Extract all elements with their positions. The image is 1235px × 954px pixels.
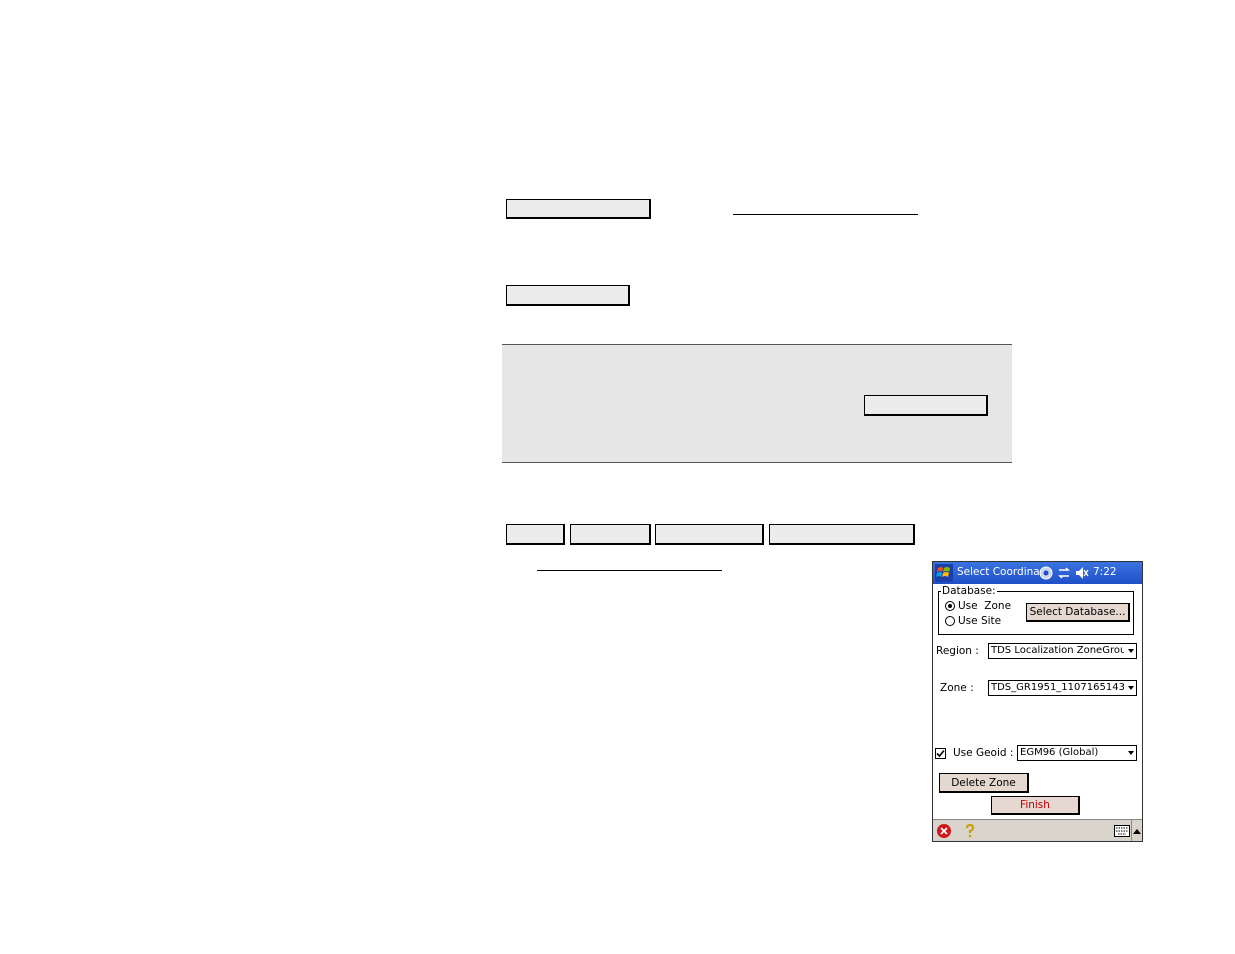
use-site-radio-row[interactable]: Use Site: [945, 615, 1001, 627]
placeholder-link-1[interactable]: [733, 214, 918, 215]
region-label: Region :: [936, 645, 979, 657]
zone-value: TDS_GR1951_1107165143: [991, 682, 1124, 693]
placeholder-button-5[interactable]: [570, 524, 651, 545]
use-site-label: Use Site: [958, 615, 1002, 627]
help-icon[interactable]: [963, 823, 977, 839]
keyboard-icon[interactable]: [1114, 825, 1130, 837]
clock: 7:22: [1093, 566, 1117, 578]
device-screenshot: Select Coordina 7:22 Database: Use Zone …: [932, 561, 1143, 842]
geoid-select[interactable]: EGM96 (Global): [1017, 745, 1137, 761]
finish-button[interactable]: Finish: [991, 796, 1080, 815]
chevron-down-icon: [1128, 751, 1134, 755]
command-bar: [933, 819, 1142, 841]
zone-label: Zone :: [940, 682, 974, 694]
placeholder-button-3[interactable]: [864, 395, 988, 416]
geoid-value: EGM96 (Global): [1020, 747, 1099, 758]
connectivity-icon[interactable]: [1039, 565, 1053, 581]
placeholder-button-7[interactable]: [769, 524, 915, 545]
input-panel-divider: [1131, 820, 1132, 841]
use-site-radio[interactable]: [945, 616, 955, 626]
database-group-title: Database:: [941, 585, 997, 597]
placeholder-button-2[interactable]: [506, 285, 630, 306]
use-zone-label: Use Zone: [958, 600, 1012, 612]
sync-icon[interactable]: [1057, 565, 1071, 581]
title-bar: Select Coordina 7:22: [933, 562, 1142, 584]
close-icon[interactable]: [936, 823, 952, 839]
placeholder-link-2[interactable]: [537, 570, 722, 571]
checkmark-icon: [936, 749, 945, 758]
select-database-button[interactable]: Select Database...: [1026, 603, 1130, 622]
shaded-note-panel: [502, 344, 1012, 463]
up-arrow-icon[interactable]: [1133, 828, 1141, 834]
delete-zone-button[interactable]: Delete Zone: [939, 773, 1029, 793]
windows-start-icon[interactable]: [935, 564, 953, 582]
region-value: TDS Localization ZoneGroup: [991, 645, 1124, 656]
region-select[interactable]: TDS Localization ZoneGroup: [988, 643, 1137, 659]
use-zone-radio[interactable]: [945, 601, 955, 611]
placeholder-button-1[interactable]: [506, 199, 651, 219]
chevron-down-icon: [1128, 649, 1134, 653]
speaker-mute-icon[interactable]: [1075, 565, 1089, 581]
use-geoid-checkbox[interactable]: [935, 748, 946, 759]
use-zone-radio-row[interactable]: Use Zone: [945, 600, 1011, 612]
window-title: Select Coordina: [957, 566, 1040, 578]
chevron-down-icon: [1128, 686, 1134, 690]
use-geoid-label: Use Geoid :: [953, 747, 1014, 759]
zone-select[interactable]: TDS_GR1951_1107165143: [988, 680, 1137, 696]
placeholder-button-6[interactable]: [655, 524, 764, 545]
placeholder-button-4[interactable]: [506, 524, 565, 545]
